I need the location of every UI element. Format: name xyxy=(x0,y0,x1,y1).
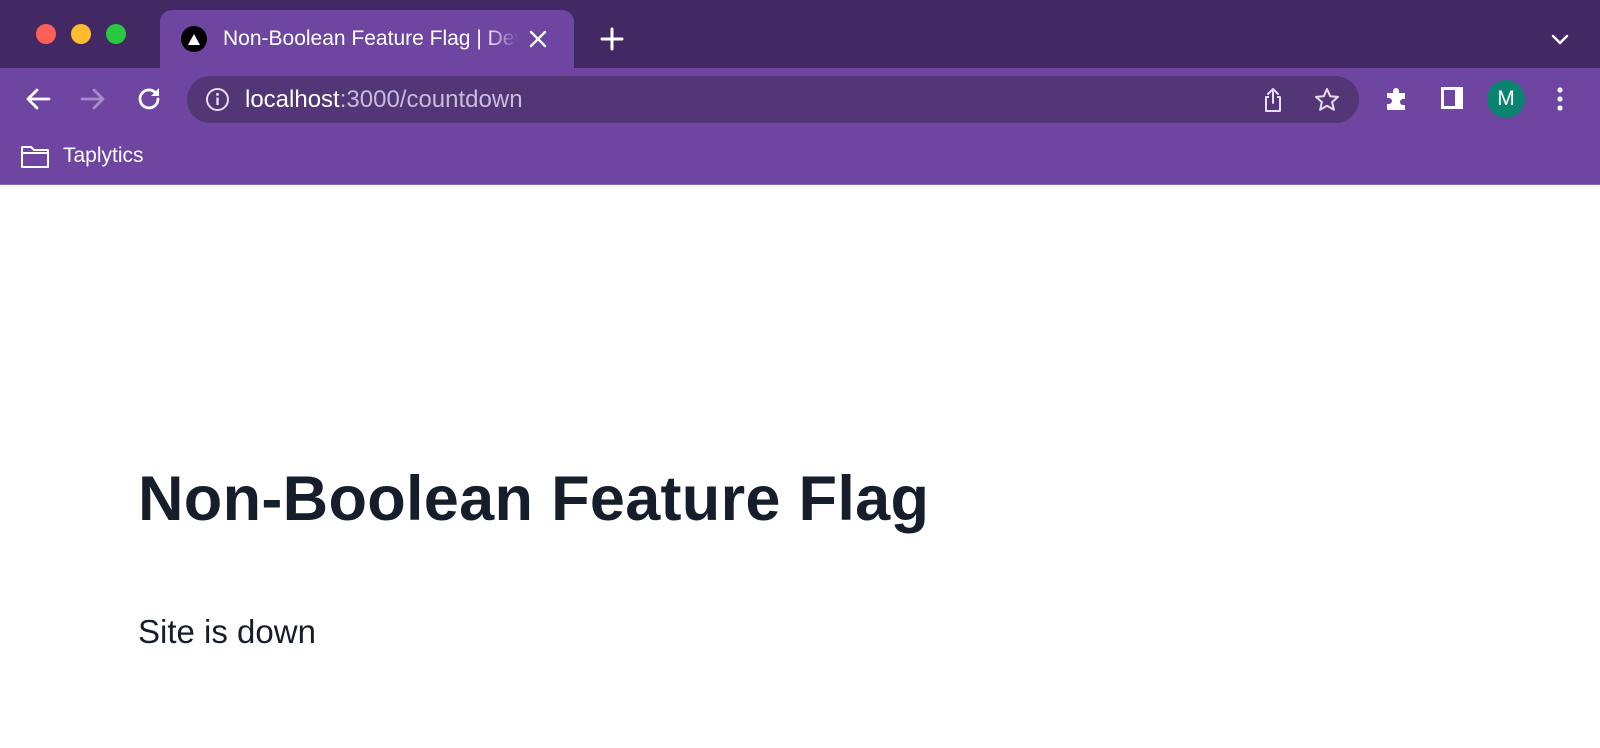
close-tab-icon[interactable] xyxy=(526,27,550,51)
chevron-down-icon[interactable] xyxy=(1549,29,1571,51)
url-host: localhost xyxy=(245,86,340,113)
info-icon[interactable] xyxy=(205,87,230,112)
toolbar: localhost:3000/countdown M xyxy=(0,68,1600,130)
bookmark-label: Taplytics xyxy=(63,144,144,167)
back-arrow-icon[interactable] xyxy=(23,84,53,114)
reload-icon[interactable] xyxy=(134,84,164,114)
bookmark-star-icon[interactable] xyxy=(1313,86,1341,114)
profile-avatar[interactable]: M xyxy=(1487,80,1525,118)
more-vert-icon[interactable] xyxy=(1553,84,1567,114)
tab-strip: Non-Boolean Feature Flag | Dev xyxy=(0,0,1600,68)
page-title: Non-Boolean Feature Flag xyxy=(138,464,930,534)
triangle-logo-icon xyxy=(181,26,207,52)
side-panel-icon[interactable] xyxy=(1439,85,1465,111)
forward-arrow-icon[interactable] xyxy=(78,84,108,114)
tab-title: Non-Boolean Feature Flag | Dev xyxy=(223,27,519,50)
url-path: :3000/countdown xyxy=(339,86,523,113)
address-bar[interactable]: localhost:3000/countdown xyxy=(187,76,1359,123)
url-text: localhost:3000/countdown xyxy=(245,86,523,113)
close-window-button[interactable] xyxy=(36,24,56,44)
browser-window: Non-Boolean Feature Flag | Dev localhost… xyxy=(0,0,1600,748)
zoom-window-button[interactable] xyxy=(106,24,126,44)
page-content: Non-Boolean Feature Flag Site is down xyxy=(0,185,1600,748)
tab-active[interactable]: Non-Boolean Feature Flag | Dev xyxy=(160,10,574,68)
extensions-puzzle-icon[interactable] xyxy=(1383,84,1411,112)
bookmark-folder-taplytics[interactable]: Taplytics xyxy=(20,140,144,172)
new-tab-icon[interactable] xyxy=(599,26,625,52)
bookmarks-bar: Taplytics xyxy=(0,130,1600,185)
folder-icon xyxy=(21,146,49,168)
minimize-window-button[interactable] xyxy=(71,24,91,44)
share-icon[interactable] xyxy=(1260,86,1286,114)
status-message: Site is down xyxy=(138,613,316,650)
